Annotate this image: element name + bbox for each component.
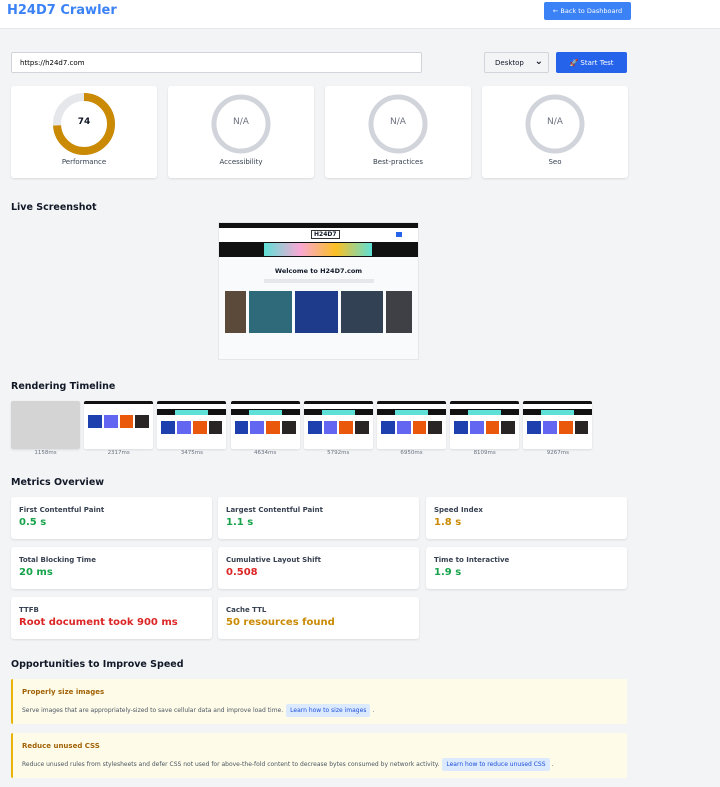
metric-card: Largest Contentful Paint 1.1 s <box>218 497 419 539</box>
metric-label: Cache TTL <box>226 606 267 614</box>
device-select[interactable]: Desktop ⌄ <box>484 52 549 73</box>
device-value: Desktop <box>495 58 524 67</box>
opportunity-card: Reduce unused CSS Reduce unused rules fro… <box>11 733 627 778</box>
timeline-frame-time: 4634ms <box>253 450 277 456</box>
opportunity-description: Serve images that are appropriately-size… <box>22 707 284 714</box>
timeline-frame-time: 6950ms <box>400 450 423 456</box>
metric-value: 1.9 s <box>434 567 462 578</box>
live-screenshot-image: H24D7 Welcome to H24D7.com <box>218 222 419 360</box>
back-to-dashboard-button[interactable]: ← Back to Dashboard <box>544 2 631 20</box>
live-screenshot-heading: Live Screenshot <box>11 202 97 213</box>
timeline-frame <box>11 401 80 449</box>
metric-card: Total Blocking Time 20 ms <box>11 547 212 589</box>
opportunity-title: Reduce unused CSS <box>22 742 100 750</box>
opportunity-card: Properly size images Serve images that ar… <box>11 679 627 724</box>
opportunity-description: Reduce unused rules from stylesheets and… <box>22 761 440 768</box>
metric-card: Speed Index 1.8 s <box>426 497 627 539</box>
score-card-accessibility: N/A Accessibility <box>168 86 314 178</box>
learn-more-link[interactable]: Learn how to reduce unused CSS <box>442 758 550 771</box>
timeline-frame <box>377 401 446 449</box>
timeline-frame <box>523 401 593 449</box>
score-label: Performance <box>61 158 107 166</box>
timeline-frame <box>303 401 373 449</box>
metrics-overview-heading: Metrics Overview <box>11 477 105 488</box>
timeline-frame-time: 9267ms <box>546 450 569 456</box>
score-value: N/A <box>547 117 563 127</box>
score-card-best-practices: N/A Best-practices <box>325 86 471 178</box>
metric-value: 0.5 s <box>19 517 47 528</box>
site-logo: H24D7 <box>311 230 340 239</box>
metric-label: Time to Interactive <box>434 556 510 564</box>
timeline-frame <box>157 401 227 449</box>
metric-label: TTFB <box>19 606 39 614</box>
metric-card: Cache TTL 50 resources found <box>218 597 419 639</box>
metric-card: Cumulative Layout Shift 0.508 <box>218 547 419 589</box>
header: H24D7 Crawler ← Back to Dashboard <box>0 0 720 29</box>
timeline-frame-time: 1158ms <box>34 450 57 456</box>
timeline-frame-time: 2317ms <box>107 450 130 456</box>
metric-label: Cumulative Layout Shift <box>226 556 321 564</box>
metric-value: 1.1 s <box>226 517 254 528</box>
metric-card: First Contentful Paint 0.5 s <box>11 497 212 539</box>
timeline-frame-time: 5792ms <box>327 450 350 456</box>
score-label: Accessibility <box>219 158 263 166</box>
score-value: 74 <box>77 117 91 127</box>
timeline-frame-time: 8109ms <box>473 450 496 456</box>
welcome-text: Welcome to H24D7.com <box>274 267 363 275</box>
timeline-frame <box>84 401 154 449</box>
start-test-button[interactable]: 🚀 Start Test <box>556 52 627 73</box>
timeline-frame <box>450 401 520 449</box>
learn-more-link[interactable]: Learn how to size images <box>286 704 371 717</box>
metric-value: 0.508 <box>226 567 258 578</box>
score-label: Seo <box>548 158 562 166</box>
score-value: N/A <box>233 117 249 127</box>
metric-card: Time to Interactive 1.9 s <box>426 547 627 589</box>
metric-value: 20 ms <box>19 567 53 578</box>
chevron-down-icon: ⌄ <box>534 56 543 67</box>
metric-value: 1.8 s <box>434 517 462 528</box>
metric-label: First Contentful Paint <box>19 506 105 514</box>
metric-label: Speed Index <box>434 506 483 514</box>
metric-value: Root document took 900 ms <box>19 617 178 628</box>
app-title: H24D7 Crawler <box>7 3 117 18</box>
score-value: N/A <box>390 117 406 127</box>
metric-label: Largest Contentful Paint <box>226 506 323 514</box>
timeline-frame <box>230 401 300 449</box>
metric-value: 50 resources found <box>226 617 335 628</box>
timeline-frame-time: 3475ms <box>180 450 203 456</box>
metric-label: Total Blocking Time <box>19 556 96 564</box>
url-input[interactable] <box>11 52 422 73</box>
score-label: Best-practices <box>373 158 423 166</box>
opportunity-end: . <box>372 707 375 714</box>
metric-card: TTFB Root document took 900 ms <box>11 597 212 639</box>
score-card-performance: 74 Performance <box>11 86 157 178</box>
opportunity-title: Properly size images <box>22 688 105 696</box>
score-card-seo: N/A Seo <box>482 86 628 178</box>
opportunities-heading: Opportunities to Improve Speed <box>11 659 184 670</box>
rendering-timeline-heading: Rendering Timeline <box>11 381 116 392</box>
opportunity-end: . <box>551 761 554 768</box>
